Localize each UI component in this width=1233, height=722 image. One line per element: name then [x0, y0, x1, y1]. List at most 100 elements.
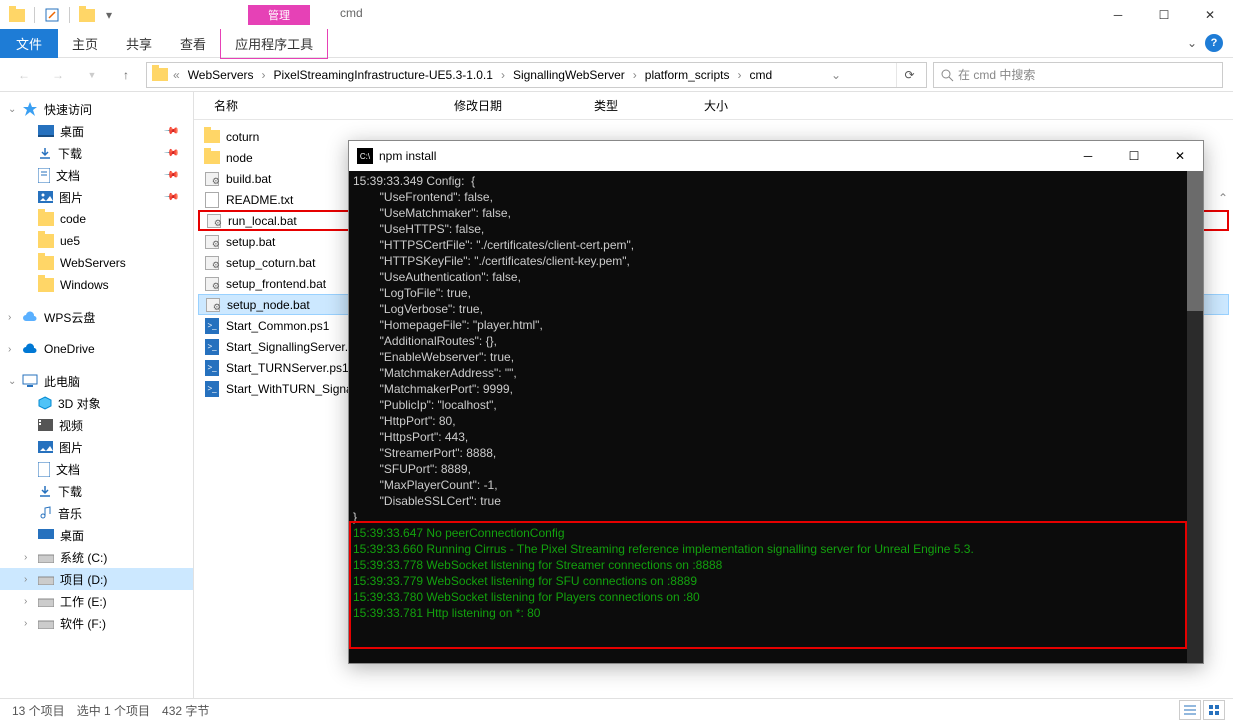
ps1-icon: >_: [205, 381, 219, 397]
qat-dropdown-icon[interactable]: ▾: [100, 6, 118, 24]
console-line: 15:39:33.349 Config: {: [353, 173, 1199, 189]
minimize-button[interactable]: ─: [1095, 0, 1141, 30]
folder-icon: [204, 130, 220, 143]
ps1-icon: >_: [205, 339, 219, 355]
nav-forward-button[interactable]: →: [44, 61, 72, 89]
drive-icon: [38, 551, 54, 563]
ribbon-help-icon[interactable]: ?: [1205, 34, 1223, 52]
close-button[interactable]: ✕: [1187, 0, 1233, 30]
sidebar-drive-e[interactable]: ›工作 (E:): [0, 590, 193, 612]
addr-seg-0[interactable]: WebServers: [184, 66, 258, 84]
console-body[interactable]: 15:39:33.349 Config: { "UseFrontend": fa…: [349, 171, 1203, 663]
console-line: "HTTPSKeyFile": "./certificates/client-k…: [353, 253, 1199, 269]
pc-icon: [22, 374, 38, 388]
search-icon: [940, 68, 954, 82]
console-maximize-button[interactable]: ☐: [1111, 141, 1157, 171]
ribbon-home-tab[interactable]: 主页: [58, 29, 112, 58]
console-scroll-thumb[interactable]: [1187, 171, 1203, 311]
console-line: "UseFrontend": false,: [353, 189, 1199, 205]
addr-chev-0[interactable]: ›: [260, 68, 268, 82]
nav-recent-button[interactable]: ▼: [78, 61, 106, 89]
ps1-icon: >_: [205, 318, 219, 334]
pin-icon: 📌: [162, 167, 179, 184]
console-line: 15:39:33.779 WebSocket listening for SFU…: [353, 573, 1183, 589]
sidebar-downloads[interactable]: 下载📌: [0, 142, 193, 164]
download-icon: [38, 146, 52, 160]
document-icon: [38, 462, 50, 477]
sidebar-documents2[interactable]: 文档: [0, 458, 193, 480]
sidebar-videos[interactable]: 视频: [0, 414, 193, 436]
ribbon-file-tab[interactable]: 文件: [0, 29, 58, 58]
ribbon-tab-manage[interactable]: 管理: [248, 5, 310, 25]
console-line: "HttpPort": 80,: [353, 413, 1199, 429]
download-icon: [38, 484, 52, 498]
sidebar-drive-f[interactable]: ›软件 (F:): [0, 612, 193, 634]
addr-seg-1[interactable]: PixelStreamingInfrastructure-UE5.3-1.0.1: [270, 66, 497, 84]
ribbon-expand-icon[interactable]: ⌄: [1187, 36, 1197, 50]
sidebar-music[interactable]: 音乐: [0, 502, 193, 524]
sidebar-code[interactable]: code: [0, 208, 193, 230]
folder-icon: [38, 212, 54, 226]
column-sizer-icon[interactable]: ⌃: [1213, 191, 1233, 205]
sidebar-wps[interactable]: ›WPS云盘: [0, 306, 193, 328]
search-input[interactable]: 在 cmd 中搜索: [933, 62, 1223, 88]
bat-icon: [207, 214, 221, 228]
addr-chev-1[interactable]: ›: [499, 68, 507, 82]
qat-open-icon[interactable]: [78, 6, 96, 24]
ribbon-tools-tab[interactable]: 应用程序工具: [220, 29, 328, 59]
sidebar-desktop[interactable]: 桌面📌: [0, 120, 193, 142]
explorer-icon: [8, 6, 26, 24]
ribbon-view-tab[interactable]: 查看: [166, 29, 220, 58]
pin-icon: 📌: [162, 145, 179, 162]
addr-history-dropdown[interactable]: ⌄: [829, 68, 843, 82]
refresh-button[interactable]: ⟳: [896, 63, 922, 87]
addr-chev-2[interactable]: ›: [631, 68, 639, 82]
column-headers: 名称 修改日期 类型 大小: [194, 92, 1233, 120]
address-box[interactable]: « WebServers › PixelStreamingInfrastruct…: [146, 62, 927, 88]
sidebar-pictures[interactable]: 图片📌: [0, 186, 193, 208]
ribbon-share-tab[interactable]: 共享: [112, 29, 166, 58]
sidebar-quick-access[interactable]: ⌄快速访问: [0, 98, 193, 120]
col-date[interactable]: 修改日期: [454, 97, 594, 114]
sidebar-desktop2[interactable]: 桌面: [0, 524, 193, 546]
status-selected: 选中 1 个项目: [77, 702, 150, 719]
console-line: "UseAuthentication": false,: [353, 269, 1199, 285]
addr-chev-3[interactable]: ›: [735, 68, 743, 82]
sidebar-drive-d[interactable]: ›项目 (D:): [0, 568, 193, 590]
bat-icon: [205, 256, 219, 270]
sidebar-drive-c[interactable]: ›系统 (C:): [0, 546, 193, 568]
console-line: }: [353, 509, 1199, 525]
console-scrollbar[interactable]: [1187, 171, 1203, 663]
console-minimize-button[interactable]: ─: [1065, 141, 1111, 171]
sidebar-webservers[interactable]: WebServers: [0, 252, 193, 274]
col-type[interactable]: 类型: [594, 97, 704, 114]
qat-properties-icon[interactable]: [43, 6, 61, 24]
sidebar-pictures2[interactable]: 图片: [0, 436, 193, 458]
addr-seg-2[interactable]: SignallingWebServer: [509, 66, 629, 84]
maximize-button[interactable]: ☐: [1141, 0, 1187, 30]
pin-icon: 📌: [162, 189, 179, 206]
col-name[interactable]: 名称: [214, 97, 454, 114]
console-titlebar[interactable]: C:\ npm install ─ ☐ ✕: [349, 141, 1203, 171]
sidebar-downloads2[interactable]: 下载: [0, 480, 193, 502]
bat-icon: [205, 172, 219, 186]
nav-up-button[interactable]: ↑: [112, 61, 140, 89]
file-name: Start_SignallingServer.ps1: [226, 340, 367, 354]
addr-seg-4[interactable]: cmd: [745, 66, 776, 84]
addr-root-chev[interactable]: «: [171, 68, 182, 82]
col-size[interactable]: 大小: [704, 97, 784, 114]
sidebar-ue5[interactable]: ue5: [0, 230, 193, 252]
sidebar-onedrive[interactable]: ›OneDrive: [0, 338, 193, 360]
status-size: 432 字节: [162, 702, 209, 719]
sidebar-windows[interactable]: Windows: [0, 274, 193, 296]
file-name: node: [226, 151, 253, 165]
console-close-button[interactable]: ✕: [1157, 141, 1203, 171]
file-name: setup_node.bat: [227, 298, 310, 312]
view-details-button[interactable]: [1179, 700, 1201, 720]
nav-back-button[interactable]: ←: [10, 61, 38, 89]
view-large-button[interactable]: [1203, 700, 1225, 720]
addr-seg-3[interactable]: platform_scripts: [641, 66, 734, 84]
sidebar-thispc[interactable]: ⌄此电脑: [0, 370, 193, 392]
sidebar-documents[interactable]: 文档📌: [0, 164, 193, 186]
sidebar-3d[interactable]: 3D 对象: [0, 392, 193, 414]
